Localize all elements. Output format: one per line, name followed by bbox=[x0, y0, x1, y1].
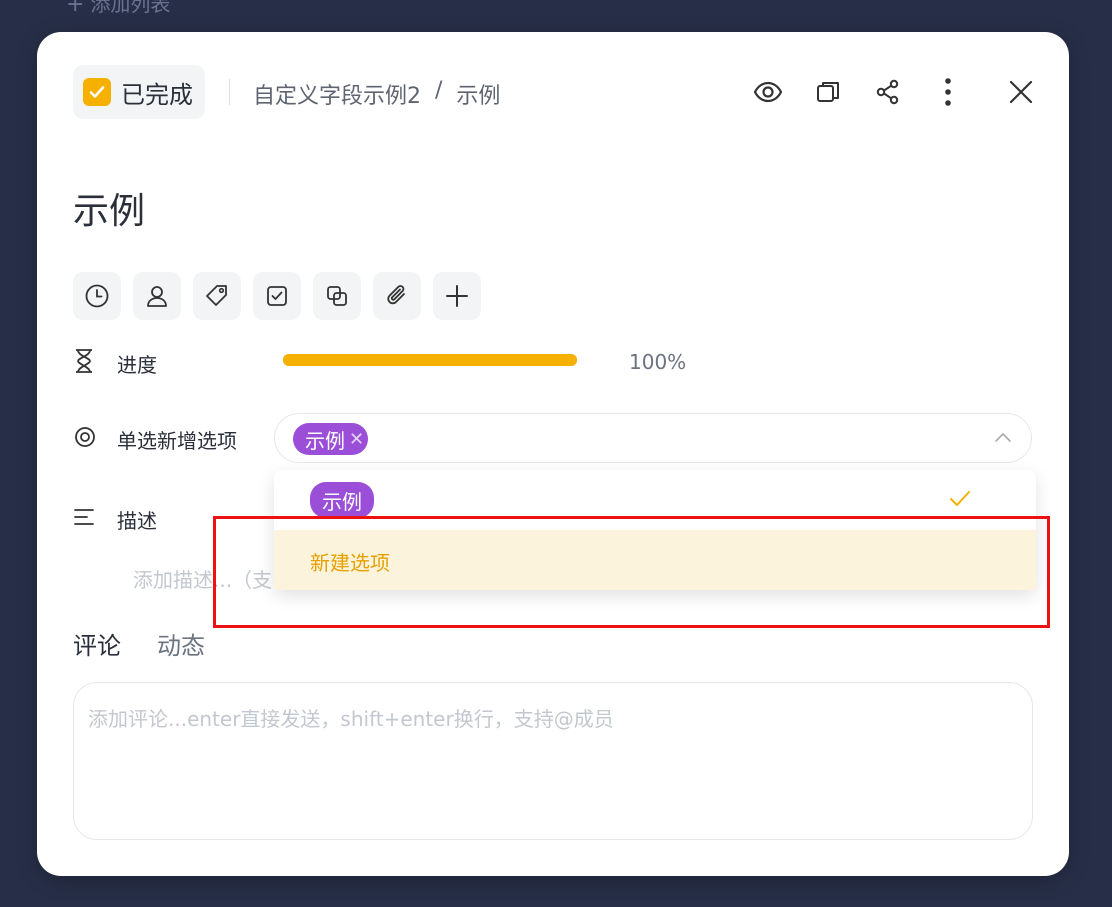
share-icon[interactable] bbox=[870, 74, 906, 110]
align-left-icon bbox=[73, 506, 95, 532]
chevron-up-icon[interactable] bbox=[993, 428, 1013, 452]
progress-value: 100% bbox=[629, 350, 687, 374]
eye-icon[interactable] bbox=[750, 74, 786, 110]
progress-bar[interactable] bbox=[283, 354, 577, 366]
progress-label: 进度 bbox=[117, 353, 157, 377]
radio-icon bbox=[73, 425, 97, 453]
hourglass-icon bbox=[73, 348, 95, 378]
comment-input[interactable]: 添加评论...enter直接发送，shift+enter换行，支持@成员 bbox=[73, 682, 1033, 840]
selected-chip-label: 示例 bbox=[305, 428, 345, 453]
option-chip: 示例 bbox=[310, 482, 374, 518]
selected-chip: 示例 ✕ bbox=[293, 423, 369, 455]
tab-activity[interactable]: 动态 bbox=[157, 626, 205, 661]
breadcrumb-task[interactable]: 示例 bbox=[456, 78, 500, 110]
close-icon[interactable] bbox=[1003, 74, 1039, 110]
subtask-icon[interactable] bbox=[313, 272, 361, 320]
breadcrumb: 自定义字段示例2 / 示例 bbox=[253, 78, 500, 110]
attachment-icon[interactable] bbox=[373, 272, 421, 320]
tab-comments[interactable]: 评论 bbox=[73, 626, 121, 661]
highlight-box bbox=[213, 516, 1050, 628]
clock-icon[interactable] bbox=[73, 272, 121, 320]
comment-placeholder: 添加评论...enter直接发送，shift+enter换行，支持@成员 bbox=[88, 707, 614, 731]
add-list-label: 添加列表 bbox=[90, 0, 171, 16]
field-toolbar bbox=[73, 272, 481, 320]
user-icon[interactable] bbox=[133, 272, 181, 320]
breadcrumb-project[interactable]: 自定义字段示例2 bbox=[253, 78, 421, 110]
status-button[interactable]: 已完成 bbox=[73, 65, 205, 119]
progress-fill bbox=[283, 354, 577, 366]
single-select-input[interactable]: 示例 ✕ bbox=[274, 413, 1032, 463]
task-title[interactable]: 示例 bbox=[73, 182, 145, 234]
add-list-button[interactable]: + 添加列表 bbox=[66, 0, 170, 17]
single-select-label: 单选新增选项 bbox=[117, 429, 237, 453]
check-icon bbox=[83, 78, 111, 106]
breadcrumb-separator: / bbox=[435, 78, 443, 103]
more-icon[interactable] bbox=[930, 74, 966, 110]
plus-icon: + bbox=[66, 0, 85, 17]
description-label: 描述 bbox=[117, 509, 157, 533]
checkbox-icon[interactable] bbox=[253, 272, 301, 320]
tag-icon[interactable] bbox=[193, 272, 241, 320]
task-detail-modal: 已完成 自定义字段示例2 / 示例 示例 进度 100% 单选新增选项 示例 ✕… bbox=[37, 32, 1069, 876]
check-icon bbox=[948, 486, 972, 514]
tab-bar: 评论 动态 bbox=[73, 626, 205, 661]
copy-icon[interactable] bbox=[810, 74, 846, 110]
plus-icon[interactable] bbox=[433, 272, 481, 320]
remove-chip-icon[interactable]: ✕ bbox=[349, 429, 364, 450]
header-divider bbox=[229, 79, 230, 105]
status-label: 已完成 bbox=[121, 80, 193, 109]
option-chip-label: 示例 bbox=[322, 489, 362, 514]
